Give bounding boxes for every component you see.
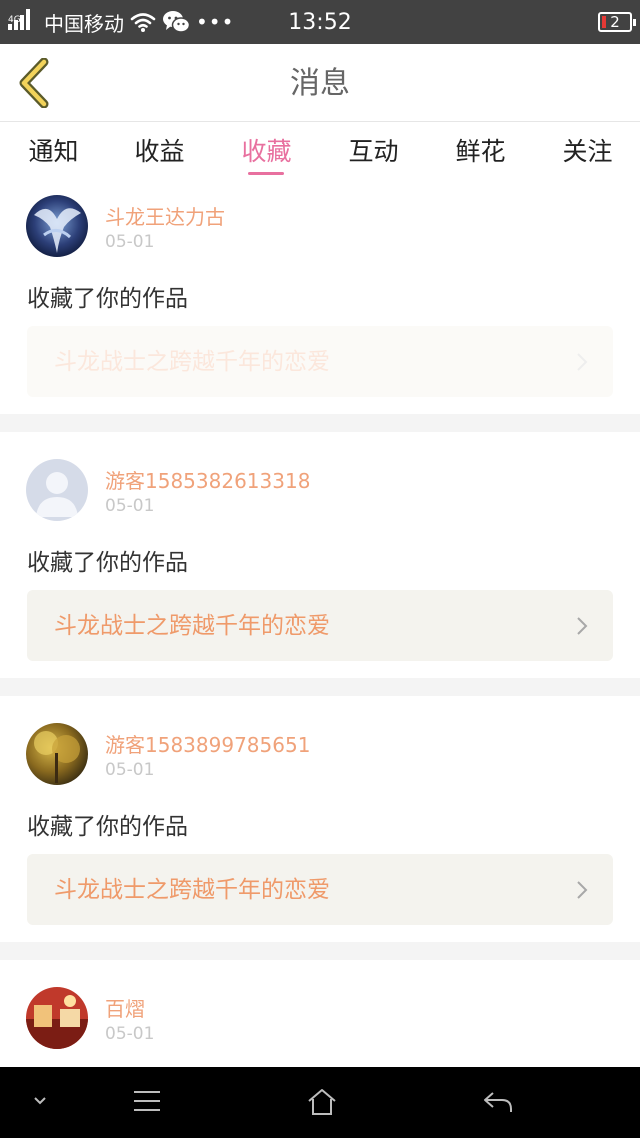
work-title: 斗龙战士之跨越千年的恋爱: [54, 877, 330, 903]
chevron-right-icon: [577, 881, 588, 899]
tab-notifications[interactable]: 通知: [0, 132, 107, 172]
red-avatar-icon: [26, 987, 88, 1049]
username[interactable]: 百熠: [105, 993, 145, 1022]
work-card[interactable]: 斗龙战士之跨越千年的恋爱: [27, 590, 613, 661]
message-date: 05-01: [105, 1024, 155, 1044]
action-text: 收藏了你的作品: [27, 814, 188, 840]
work-card[interactable]: 斗龙战士之跨越千年的恋爱: [27, 326, 613, 397]
dragon-avatar-icon: [26, 195, 88, 257]
divider: [0, 414, 640, 432]
default-avatar-icon: [26, 459, 88, 521]
message-date: 05-01: [105, 232, 155, 252]
page-title: 消息: [290, 66, 350, 101]
system-nav-bar: [0, 1067, 640, 1138]
status-time: 13:52: [288, 10, 352, 35]
home-icon[interactable]: [306, 1087, 338, 1117]
message-date: 05-01: [105, 760, 155, 780]
username[interactable]: 斗龙王达力古: [105, 201, 225, 230]
tab-interactions[interactable]: 互动: [320, 132, 427, 172]
chevron-right-icon: [577, 617, 588, 635]
back-arrow-icon[interactable]: [482, 1089, 514, 1115]
divider: [0, 678, 640, 696]
avatar[interactable]: [26, 987, 88, 1049]
action-text: 收藏了你的作品: [27, 550, 188, 576]
tree-avatar-icon: [26, 723, 88, 785]
list-item: 游客1585382613318 05-01 收藏了你的作品 斗龙战士之跨越千年的…: [0, 432, 640, 678]
title-bar: 消息: [0, 44, 640, 122]
battery-level: 2: [610, 13, 620, 31]
divider: [0, 942, 640, 960]
avatar[interactable]: [26, 459, 88, 521]
tab-flowers[interactable]: 鲜花: [427, 132, 534, 172]
work-title: 斗龙战士之跨越千年的恋爱: [54, 613, 330, 639]
work-title: 斗龙战士之跨越千年的恋爱: [54, 349, 330, 375]
list-item: 百熠 05-01: [0, 960, 640, 1070]
chevron-right-icon: [577, 353, 588, 371]
chevron-down-icon[interactable]: [32, 1095, 48, 1107]
username[interactable]: 游客1583899785651: [105, 729, 310, 758]
menu-icon[interactable]: [132, 1089, 162, 1113]
avatar[interactable]: [26, 195, 88, 257]
tab-earnings[interactable]: 收益: [106, 132, 213, 172]
tab-favorites[interactable]: 收藏: [213, 132, 320, 172]
message-date: 05-01: [105, 496, 155, 516]
message-tabs: 通知 收益 收藏 互动 鲜花 关注: [0, 122, 640, 180]
list-item: 游客1583899785651 05-01 收藏了你的作品 斗龙战士之跨越千年的…: [0, 696, 640, 942]
action-text: 收藏了你的作品: [27, 286, 188, 312]
username[interactable]: 游客1585382613318: [105, 465, 310, 494]
avatar[interactable]: [26, 723, 88, 785]
status-bar: 4G 中国移动 ••• 13:52 2: [0, 0, 640, 44]
work-card[interactable]: 斗龙战士之跨越千年的恋爱: [27, 854, 613, 925]
message-feed: 斗龙王达力古 05-01 收藏了你的作品 斗龙战士之跨越千年的恋爱 游客1585…: [0, 180, 640, 1070]
list-item: 斗龙王达力古 05-01 收藏了你的作品 斗龙战士之跨越千年的恋爱: [0, 180, 640, 414]
battery-icon: 2: [598, 12, 636, 32]
active-tab-indicator: [248, 172, 284, 175]
tab-follows[interactable]: 关注: [534, 132, 640, 172]
